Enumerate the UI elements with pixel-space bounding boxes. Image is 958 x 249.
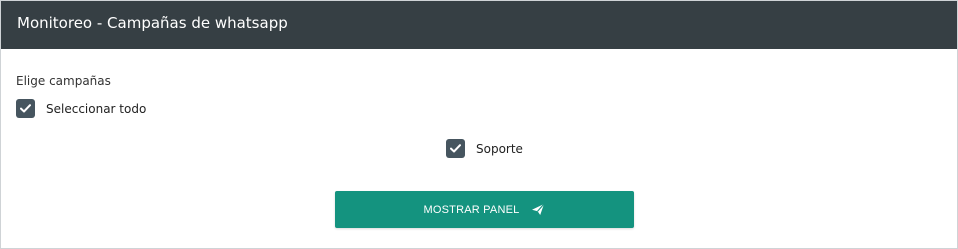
page-title: Monitoreo - Campañas de whatsapp [17,14,288,32]
panel-header: Monitoreo - Campañas de whatsapp [1,1,957,49]
select-all-label: Seleccionar todo [46,101,147,116]
campaign-monitor-panel: Monitoreo - Campañas de whatsapp Elige c… [0,0,958,249]
select-all-checkbox[interactable]: Seleccionar todo [16,99,146,118]
checkbox-checked-icon[interactable] [16,99,35,118]
campaigns-label: Elige campañas [16,74,111,88]
show-panel-label: MOSTRAR PANEL [423,203,520,216]
campaign-label-soporte: Soporte [476,141,523,156]
campaign-checkbox-soporte[interactable]: Soporte [446,139,523,158]
checkbox-checked-icon[interactable] [446,139,465,158]
show-panel-button[interactable]: MOSTRAR PANEL [335,191,634,228]
send-icon [531,203,545,216]
